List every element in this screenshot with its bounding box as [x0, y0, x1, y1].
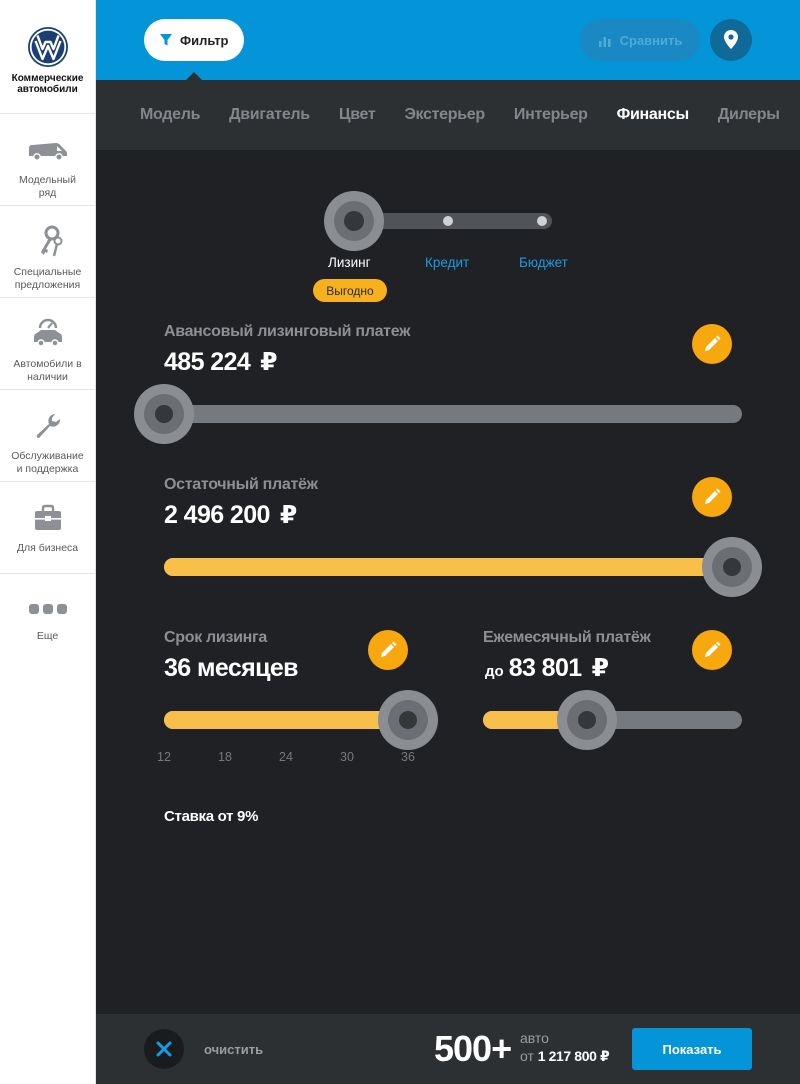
mode-dot-credit[interactable]	[443, 216, 453, 226]
currency-symbol: ₽	[279, 501, 297, 529]
keys-icon	[26, 224, 70, 260]
term-tick: 30	[340, 750, 354, 764]
more-dots-icon	[26, 600, 70, 618]
sidebar-item-label: Для бизнеса	[16, 542, 79, 554]
sidebar: Коммерческие автомобили Модельный ряд Сп…	[0, 0, 96, 1084]
clear-label[interactable]: очистить	[204, 1042, 263, 1057]
filter-button[interactable]: Фильтр	[144, 19, 244, 61]
pencil-icon	[381, 641, 397, 657]
sidebar-item-label: Обслуживание и поддержка	[11, 450, 84, 475]
filter-label: Фильтр	[180, 32, 229, 48]
residual-value: 2 496 200 ₽	[164, 500, 297, 530]
tab-engine[interactable]: Двигатель	[229, 106, 310, 124]
term-value: 36 месяцев	[164, 654, 299, 682]
mode-dot-budget[interactable]	[537, 216, 547, 226]
vw-logo-icon	[27, 27, 68, 67]
tab-dealers[interactable]: Дилеры	[718, 106, 780, 124]
monthly-label: Ежемесячный платёж	[483, 629, 651, 646]
mode-leasing[interactable]: Лизинг	[328, 255, 371, 270]
sidebar-item-offers[interactable]: Специальные предложения	[0, 206, 95, 298]
advance-slider-handle[interactable]	[134, 384, 194, 444]
results-count: 500+	[434, 1028, 512, 1069]
filter-icon	[160, 34, 172, 46]
residual-label: Остаточный платёж	[164, 476, 318, 493]
edit-monthly-button[interactable]	[692, 630, 732, 670]
show-button[interactable]: Показать	[632, 1028, 752, 1070]
close-icon	[156, 1041, 172, 1057]
compare-label: Сравнить	[619, 32, 683, 48]
pencil-icon	[705, 488, 721, 504]
mode-credit[interactable]: Кредит	[425, 255, 469, 270]
monthly-prefix: до	[485, 663, 504, 680]
sidebar-item-label: Специальные предложения	[13, 266, 82, 291]
top-bar: Фильтр Сравнить	[96, 0, 800, 81]
term-tick: 24	[279, 750, 293, 764]
advance-slider-track[interactable]	[164, 405, 742, 423]
price-from: от 1 217 800 ₽	[520, 1048, 610, 1065]
edit-residual-button[interactable]	[692, 477, 732, 517]
car-speedometer-icon	[26, 316, 70, 352]
term-slider-handle[interactable]	[378, 690, 438, 750]
rate-text: Ставка от 9%	[164, 808, 259, 825]
clear-button[interactable]	[144, 1029, 184, 1069]
wrench-icon	[26, 408, 70, 444]
pencil-icon	[705, 641, 721, 657]
price-from-value: 1 217 800 ₽	[537, 1048, 610, 1064]
location-pin-icon	[724, 30, 738, 49]
advance-value: 485 224 ₽	[164, 347, 278, 377]
mode-budget[interactable]: Бюджет	[519, 255, 568, 270]
residual-slider-handle[interactable]	[702, 537, 762, 597]
term-tick: 36	[401, 750, 415, 764]
location-button[interactable]	[710, 19, 752, 61]
bar-chart-icon	[598, 37, 611, 47]
brand[interactable]: Коммерческие автомобили	[0, 0, 95, 114]
tab-model[interactable]: Модель	[140, 106, 200, 124]
term-tick: 18	[218, 750, 232, 764]
compare-button[interactable]: Сравнить	[580, 19, 700, 61]
sidebar-item-models[interactable]: Модельный ряд	[0, 114, 95, 206]
sidebar-item-label: Модельный ряд	[19, 174, 76, 199]
residual-amount: 2 496 200	[164, 501, 270, 529]
sidebar-item-label: Автомобили в наличии	[13, 358, 82, 383]
bottom-bar: очистить 500+ авто от 1 217 800 ₽ Показа…	[96, 1014, 800, 1084]
term-tick: 12	[157, 750, 171, 764]
section-tabs: Модель Двигатель Цвет Экстерьер Интерьер…	[96, 80, 800, 150]
edit-advance-button[interactable]	[692, 324, 732, 364]
tab-exterior[interactable]: Экстерьер	[404, 106, 485, 124]
sidebar-item-business[interactable]: Для бизнеса	[0, 482, 95, 574]
monthly-slider-handle[interactable]	[557, 690, 617, 750]
finance-panel	[96, 150, 800, 1014]
monthly-amount: 83 801	[508, 654, 582, 682]
pencil-icon	[705, 335, 721, 351]
price-from-prefix: от	[520, 1048, 534, 1064]
monthly-value: до 83 801 ₽	[485, 653, 609, 683]
van-icon	[26, 132, 70, 168]
advance-amount: 485 224	[164, 348, 251, 376]
currency-symbol: ₽	[591, 654, 609, 682]
sidebar-item-label: Еще	[36, 630, 59, 642]
mode-selector-handle[interactable]	[324, 191, 384, 251]
tab-finance[interactable]: Финансы	[617, 106, 689, 124]
profit-badge: Выгодно	[313, 279, 387, 302]
term-label: Срок лизинга	[164, 629, 267, 646]
currency-symbol: ₽	[260, 348, 277, 376]
sidebar-item-more[interactable]: Еще	[0, 574, 95, 666]
residual-slider-fill	[164, 558, 742, 576]
edit-term-button[interactable]	[368, 630, 408, 670]
briefcase-icon	[26, 500, 70, 536]
advance-label: Авансовый лизинговый платеж	[164, 323, 411, 340]
brand-title: Коммерческие автомобили	[11, 73, 84, 95]
tab-color[interactable]: Цвет	[339, 106, 376, 124]
results-unit: авто	[520, 1030, 549, 1046]
residual-slider-track[interactable]	[164, 558, 742, 576]
tab-interior[interactable]: Интерьер	[514, 106, 588, 124]
sidebar-item-in-stock[interactable]: Автомобили в наличии	[0, 298, 95, 390]
sidebar-item-service[interactable]: Обслуживание и поддержка	[0, 390, 95, 482]
